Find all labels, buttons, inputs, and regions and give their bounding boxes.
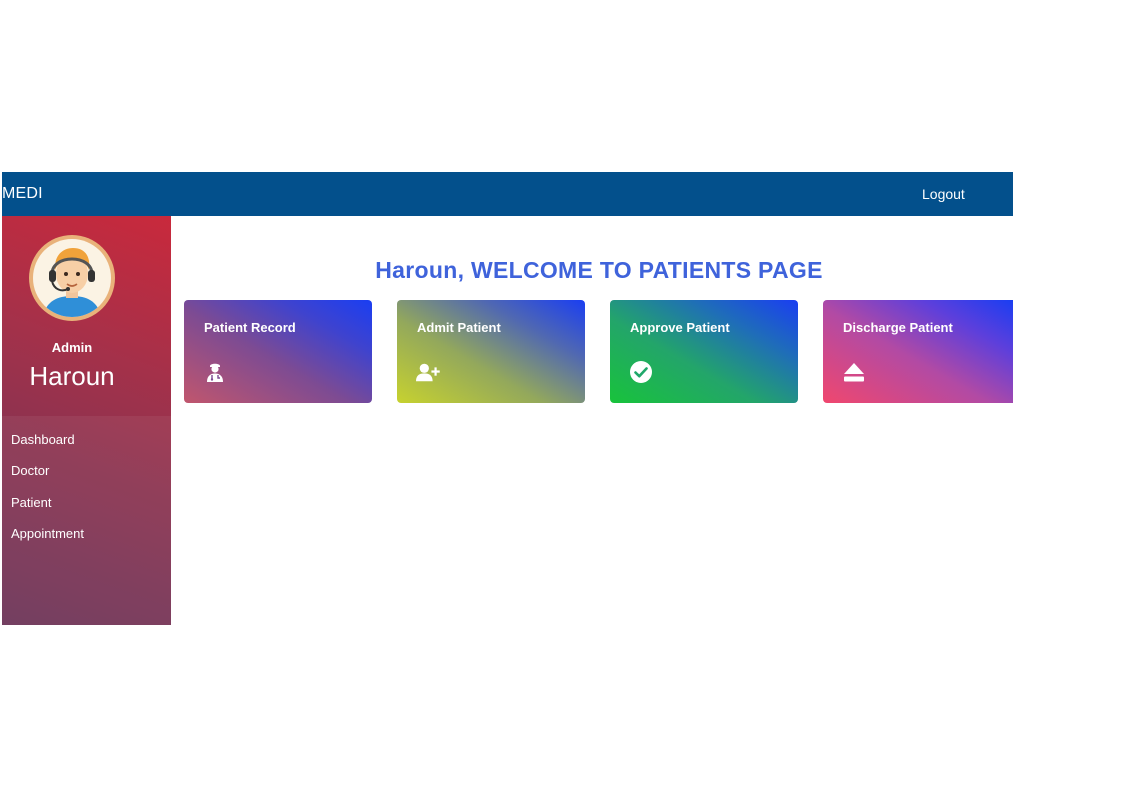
approve-patient-card[interactable]: Approve Patient — [610, 300, 798, 403]
profile-panel: Admin Haroun — [2, 216, 171, 416]
card-title: Approve Patient — [630, 320, 730, 335]
user-name: Haroun — [29, 361, 115, 391]
check-circle-icon — [630, 361, 652, 383]
logout-link[interactable]: Logout — [922, 185, 965, 203]
eject-icon — [844, 363, 864, 382]
app-window: MEDI Logout Admin Haroun Dashboard Docto… — [2, 172, 1013, 625]
card-title: Admit Patient — [417, 320, 501, 335]
card-title: Discharge Patient — [843, 320, 953, 335]
top-navbar: MEDI Logout — [2, 172, 1013, 216]
card-title: Patient Record — [204, 320, 296, 335]
discharge-patient-card[interactable]: Discharge Patient — [823, 300, 1013, 403]
sidebar-item-doctor[interactable]: Doctor — [11, 463, 49, 479]
brand-logo-text[interactable]: MEDI — [2, 184, 43, 204]
doctor-icon — [207, 363, 223, 382]
page-title: Haroun, WELCOME TO PATIENTS PAGE — [375, 257, 823, 283]
admit-patient-card[interactable]: Admit Patient — [397, 300, 585, 403]
patient-record-card[interactable]: Patient Record — [184, 300, 372, 403]
user-role-label: Admin — [51, 340, 93, 355]
user-plus-icon — [416, 363, 440, 382]
sidebar-item-appointment[interactable]: Appointment — [11, 526, 84, 542]
user-headset-avatar-icon — [29, 235, 115, 321]
sidebar-item-patient[interactable]: Patient — [11, 495, 51, 511]
sidebar-item-dashboard[interactable]: Dashboard — [11, 432, 75, 448]
sidebar: Admin Haroun Dashboard Doctor Patient Ap… — [2, 216, 171, 625]
sidebar-menu: Dashboard Doctor Patient Appointment — [2, 416, 171, 625]
main-content: Haroun, WELCOME TO PATIENTS PAGE Patient… — [171, 216, 1013, 625]
